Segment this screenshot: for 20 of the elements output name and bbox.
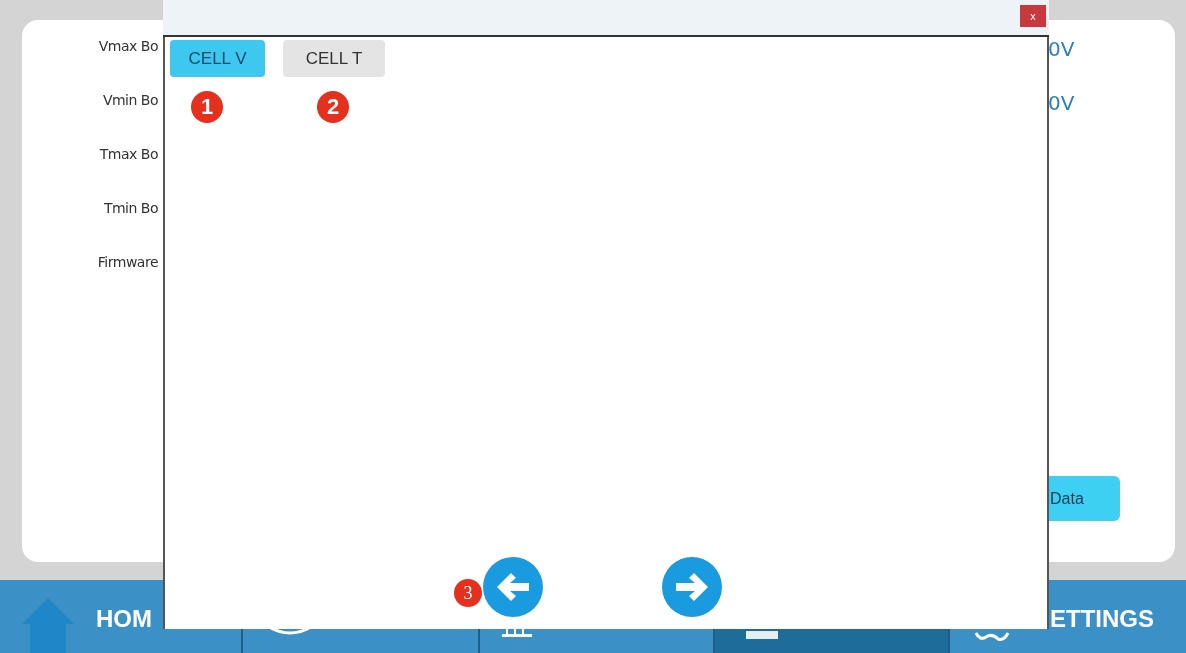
- nav-label: ETTINGS: [1050, 605, 1154, 633]
- nav-tab[interactable]: ETTINGS: [950, 580, 1186, 653]
- back-arrow-button[interactable]: [483, 557, 543, 617]
- number-badge: 2: [317, 91, 349, 123]
- field-value: 0V: [1048, 38, 1076, 63]
- list-icon: [745, 629, 779, 641]
- field-label: Tmax Bo: [98, 146, 158, 164]
- field-label: Vmin Bo: [101, 92, 158, 110]
- close-button[interactable]: x: [1020, 5, 1046, 27]
- data-button[interactable]: Data: [1048, 476, 1120, 521]
- tab[interactable]: CELL T: [283, 40, 385, 77]
- field-label: Firmware: [96, 254, 158, 272]
- field-value: 0V: [1048, 92, 1076, 117]
- tab[interactable]: CELL V: [170, 40, 265, 77]
- nav-label: HOM: [96, 604, 152, 633]
- forward-arrow-button[interactable]: [662, 557, 722, 617]
- field-label: Tmin Bo: [102, 200, 158, 218]
- number-badge: 3: [454, 579, 482, 607]
- field-label: Vmax Bo: [97, 38, 158, 56]
- number-badge: 1: [191, 91, 223, 123]
